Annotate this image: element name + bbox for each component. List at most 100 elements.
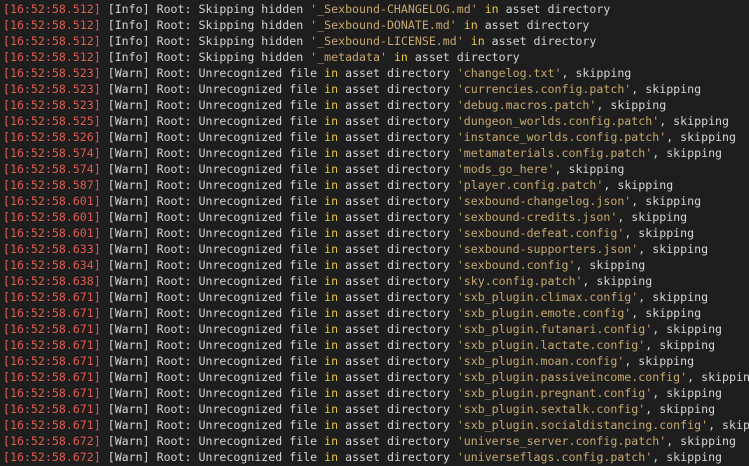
log-message: Unrecognized file [198, 178, 318, 192]
log-level: [Warn] [107, 178, 150, 192]
log-keyword: in [324, 82, 339, 96]
log-source: Root: [156, 338, 192, 352]
log-message: Unrecognized file [198, 386, 318, 400]
log-filename: 'instance_worlds.config.patch' [456, 130, 667, 144]
log-suffix: , skipping [708, 418, 749, 432]
log-timestamp: [16:52:58.601] [3, 226, 101, 240]
log-keyword: in [324, 98, 339, 112]
log-filename: 'sxb_plugin.futanari.config' [456, 322, 653, 336]
log-level: [Warn] [107, 130, 150, 144]
log-filename: 'sxb_plugin.pregnant.config' [456, 386, 653, 400]
log-suffix: , skipping [617, 210, 688, 224]
log-level: [Warn] [107, 82, 150, 96]
log-message: Unrecognized file [198, 274, 318, 288]
log-filename: 'sxb_plugin.climax.config' [456, 290, 639, 304]
log-keyword: in [324, 178, 339, 192]
log-keyword: in [470, 34, 485, 48]
log-source: Root: [156, 402, 192, 416]
console-log[interactable]: [16:52:58.512] [Info] Root: Skipping hid… [0, 0, 749, 466]
log-line: [16:52:58.671] [Warn] Root: Unrecognized… [3, 289, 749, 305]
log-level: [Warn] [107, 322, 150, 336]
log-location: asset directory [345, 354, 450, 368]
log-location: asset directory [414, 50, 520, 64]
log-filename: 'sxb_plugin.emote.config' [456, 306, 632, 320]
log-filename: 'sxb_plugin.socialdistancing.config' [456, 418, 709, 432]
log-keyword: in [393, 50, 408, 64]
log-filename: '_Sexbound-LICENSE.md' [310, 34, 464, 48]
log-keyword: in [324, 338, 339, 352]
log-filename: 'changelog.txt' [456, 66, 562, 80]
log-location: asset directory [345, 114, 450, 128]
log-line: [16:52:58.671] [Warn] Root: Unrecognized… [3, 369, 749, 385]
log-keyword: in [324, 210, 339, 224]
log-level: [Warn] [107, 114, 150, 128]
log-location: asset directory [345, 178, 450, 192]
log-location: asset directory [345, 194, 450, 208]
log-level: [Info] [107, 50, 150, 64]
log-source: Root: [156, 50, 192, 64]
log-suffix: , skipping [575, 258, 646, 272]
log-filename: 'debug.macros.patch' [456, 98, 597, 112]
log-suffix: , skipping [631, 306, 702, 320]
log-suffix: , skipping [666, 130, 736, 144]
log-location: asset directory [345, 242, 450, 256]
log-suffix: , skipping [631, 194, 702, 208]
log-source: Root: [156, 162, 192, 176]
log-filename: 'sxb_plugin.moan.config' [456, 354, 625, 368]
log-location: asset directory [345, 434, 450, 448]
log-line: [16:52:58.671] [Warn] Root: Unrecognized… [3, 337, 749, 353]
log-timestamp: [16:52:58.671] [3, 386, 101, 400]
log-source: Root: [156, 82, 192, 96]
log-location: asset directory [484, 18, 590, 32]
log-suffix: , skipping [603, 178, 674, 192]
log-source: Root: [156, 18, 192, 32]
log-timestamp: [16:52:58.671] [3, 322, 101, 336]
log-timestamp: [16:52:58.523] [3, 66, 101, 80]
log-line: [16:52:58.633] [Warn] Root: Unrecognized… [3, 241, 749, 257]
log-message: Unrecognized file [198, 450, 318, 464]
log-source: Root: [156, 178, 192, 192]
log-filename: '_Sexbound-DONATE.md' [310, 18, 457, 32]
log-filename: 'sexbound-defeat.config' [456, 226, 625, 240]
log-suffix: , skipping [659, 114, 730, 128]
log-level: [Warn] [107, 354, 150, 368]
log-message: Unrecognized file [198, 226, 318, 240]
log-filename: 'universeflags.config.patch' [456, 450, 653, 464]
log-timestamp: [16:52:58.601] [3, 194, 101, 208]
log-filename: 'currencies.config.patch' [456, 82, 632, 96]
log-message: Unrecognized file [198, 210, 318, 224]
log-line: [16:52:58.574] [Warn] Root: Unrecognized… [3, 145, 749, 161]
log-timestamp: [16:52:58.671] [3, 370, 101, 384]
log-level: [Info] [107, 18, 150, 32]
log-source: Root: [156, 450, 192, 464]
log-suffix: , skipping [666, 434, 736, 448]
log-source: Root: [156, 98, 192, 112]
log-timestamp: [16:52:58.512] [3, 50, 101, 64]
log-message: Unrecognized file [198, 98, 318, 112]
log-filename: 'player.config.patch' [456, 178, 604, 192]
log-timestamp: [16:52:58.671] [3, 402, 101, 416]
log-line: [16:52:58.671] [Warn] Root: Unrecognized… [3, 417, 749, 433]
log-location: asset directory [345, 226, 450, 240]
log-filename: 'sxb_plugin.passiveincome.config' [456, 370, 688, 384]
log-location: asset directory [345, 338, 450, 352]
log-location: asset directory [345, 82, 450, 96]
log-message: Unrecognized file [198, 402, 318, 416]
log-filename: 'sexbound-supporters.json' [456, 242, 639, 256]
log-source: Root: [156, 290, 192, 304]
log-timestamp: [16:52:58.671] [3, 338, 101, 352]
log-keyword: in [324, 66, 339, 80]
log-filename: '_metadata' [310, 50, 387, 64]
log-source: Root: [156, 354, 192, 368]
log-level: [Warn] [107, 242, 150, 256]
log-timestamp: [16:52:58.512] [3, 2, 101, 16]
log-filename: 'dungeon_worlds.config.patch' [456, 114, 660, 128]
log-source: Root: [156, 194, 192, 208]
log-message: Unrecognized file [198, 82, 318, 96]
log-keyword: in [324, 194, 339, 208]
log-level: [Warn] [107, 450, 150, 464]
log-line: [16:52:58.525] [Warn] Root: Unrecognized… [3, 113, 749, 129]
log-location: asset directory [345, 306, 450, 320]
log-source: Root: [156, 34, 192, 48]
log-filename: 'sky.config.patch' [456, 274, 583, 288]
